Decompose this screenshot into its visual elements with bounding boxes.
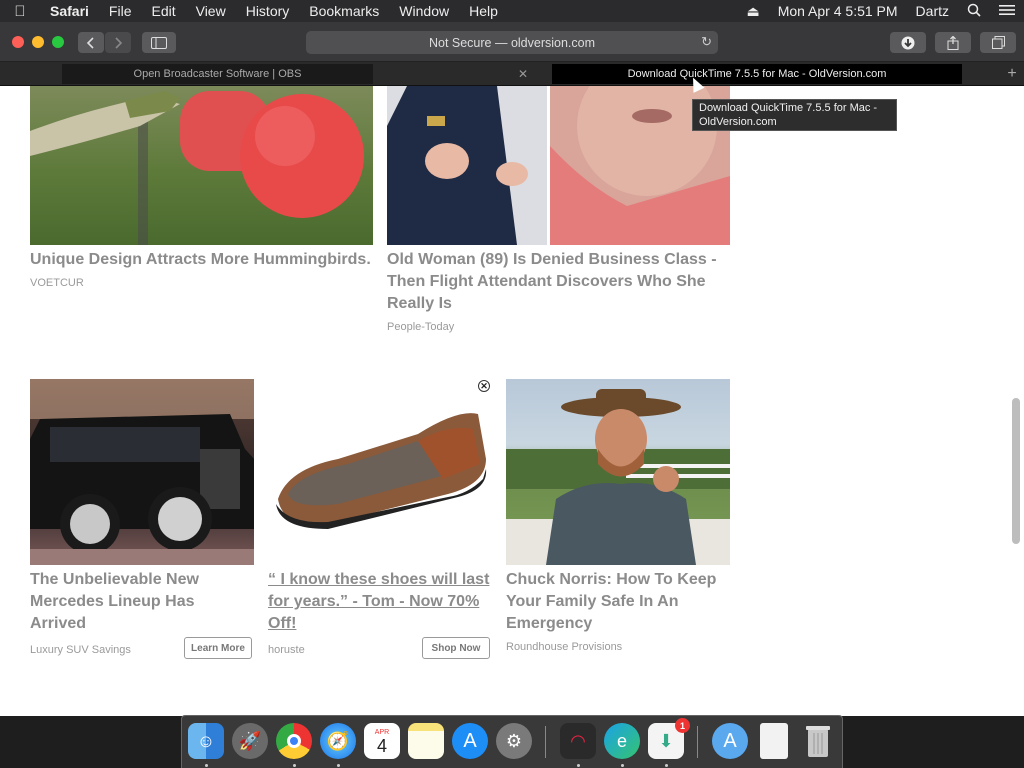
ad-image-chuck-norris[interactable]: [506, 379, 730, 565]
downloads-button[interactable]: [890, 32, 926, 53]
reload-icon[interactable]: ↻: [701, 34, 712, 50]
dock-separator: [697, 726, 698, 758]
menubar:  Safari File Edit View History Bookmark…: [0, 0, 1024, 22]
ad-title[interactable]: Old Woman (89) Is Denied Business Class …: [387, 249, 737, 315]
eject-icon[interactable]: ⏏: [737, 3, 768, 20]
ad-title[interactable]: Unique Design Attracts More Hummingbirds…: [30, 249, 380, 271]
trash-icon[interactable]: [800, 723, 836, 759]
dock: ☺ 🚀 🧭 APR 4 A ⚙ ◠ e ⬇ 1 A: [181, 715, 843, 768]
calendar-day: 4: [376, 735, 387, 756]
learn-more-button[interactable]: Learn More: [184, 637, 252, 659]
menu-window[interactable]: Window: [389, 0, 459, 22]
ad-title[interactable]: Chuck Norris: How To Keep Your Family Sa…: [506, 569, 736, 635]
running-indicator: [293, 764, 296, 767]
download-icon: [901, 36, 915, 49]
share-button[interactable]: [935, 32, 971, 53]
calendar-icon[interactable]: APR 4: [364, 723, 400, 759]
share-icon: [947, 35, 959, 50]
ad-source[interactable]: Roundhouse Provisions: [506, 641, 622, 653]
launchpad-icon[interactable]: 🚀: [232, 723, 268, 759]
web-content: Unique Design Attracts More Hummingbirds…: [0, 86, 1024, 716]
menu-app[interactable]: Safari: [40, 0, 99, 22]
menu-help[interactable]: Help: [459, 0, 508, 22]
running-indicator: [337, 764, 340, 767]
ad-source[interactable]: horuste: [268, 644, 305, 656]
browser-toolbar: Not Secure — oldversion.com ↻: [0, 22, 1024, 62]
tab-close-icon[interactable]: ✕: [518, 64, 532, 84]
obs-icon[interactable]: ◠: [560, 723, 596, 759]
menu-edit[interactable]: Edit: [141, 0, 185, 22]
menu-history[interactable]: History: [236, 0, 300, 22]
chrome-icon[interactable]: [276, 723, 312, 759]
ad-image-shoe[interactable]: [268, 379, 490, 565]
finder-icon[interactable]: ☺: [188, 723, 224, 759]
tab-title: Download QuickTime 7.5.5 for Mac - OldVe…: [627, 68, 887, 80]
safari-icon[interactable]: 🧭: [320, 723, 356, 759]
tab-quicktime[interactable]: Download QuickTime 7.5.5 for Mac - OldVe…: [552, 64, 962, 84]
menu-file[interactable]: File: [99, 0, 142, 22]
tab-overview-icon: [991, 36, 1005, 49]
tab-tooltip: Download QuickTime 7.5.5 for Mac - OldVe…: [692, 99, 897, 131]
tab-overview-button[interactable]: [980, 32, 1016, 53]
page-scrollbar[interactable]: [1012, 398, 1020, 544]
tab-bar: Open Broadcaster Software | OBS ✕ Downlo…: [0, 62, 1024, 86]
app-store-icon[interactable]: A: [452, 723, 488, 759]
back-button[interactable]: [78, 32, 104, 53]
shop-now-button[interactable]: Shop Now: [422, 637, 490, 659]
installer-icon[interactable]: ⬇ 1: [648, 718, 690, 759]
ad-image-old-woman[interactable]: [387, 86, 730, 245]
system-preferences-icon[interactable]: ⚙: [496, 723, 532, 759]
new-tab-plus-icon[interactable]: +: [1004, 64, 1020, 84]
address-text: Not Secure — oldversion.com: [428, 35, 596, 50]
downloads-folder-icon[interactable]: A: [712, 723, 748, 759]
ad-close-icon[interactable]: ✕: [478, 380, 490, 392]
menubar-user[interactable]: Dartz: [907, 3, 958, 19]
ad-source[interactable]: People-Today: [387, 321, 454, 333]
notification-badge: 1: [675, 718, 690, 733]
window-minimize-button[interactable]: [32, 36, 44, 48]
window-zoom-button[interactable]: [52, 36, 64, 48]
control-center-icon[interactable]: [990, 3, 1024, 19]
ad-title[interactable]: “ I know these shoes will last for years…: [268, 569, 498, 635]
running-indicator: [577, 764, 580, 767]
ad-image-hummingbird[interactable]: [30, 86, 373, 245]
sidebar-toggle-button[interactable]: [142, 32, 176, 53]
address-bar[interactable]: Not Secure — oldversion.com ↻: [306, 31, 718, 54]
spotlight-search-icon[interactable]: [958, 3, 990, 20]
notes-icon[interactable]: [408, 723, 444, 759]
ad-image-mercedes[interactable]: [30, 379, 254, 565]
apple-menu-icon[interactable]: : [0, 3, 40, 20]
window-close-button[interactable]: [12, 36, 24, 48]
sidebar-icon: [151, 36, 167, 49]
running-indicator: [205, 764, 208, 767]
forward-button[interactable]: [105, 32, 131, 53]
ad-source[interactable]: VOETCUR: [30, 277, 84, 289]
edge-icon[interactable]: e: [604, 723, 640, 759]
ad-title[interactable]: The Unbelievable New Mercedes Lineup Has…: [30, 569, 230, 635]
menubar-datetime[interactable]: Mon Apr 4 5:51 PM: [769, 3, 907, 19]
menu-view[interactable]: View: [186, 0, 236, 22]
document-icon[interactable]: [760, 723, 788, 759]
menu-bookmarks[interactable]: Bookmarks: [299, 0, 389, 22]
running-indicator: [621, 764, 624, 767]
chevron-left-icon: [86, 36, 94, 49]
tab-obs[interactable]: Open Broadcaster Software | OBS: [62, 64, 373, 84]
ad-source[interactable]: Luxury SUV Savings: [30, 644, 131, 656]
running-indicator: [665, 764, 668, 767]
tab-title: Open Broadcaster Software | OBS: [133, 68, 302, 80]
dock-separator: [545, 726, 546, 758]
chevron-right-icon: [115, 36, 123, 49]
